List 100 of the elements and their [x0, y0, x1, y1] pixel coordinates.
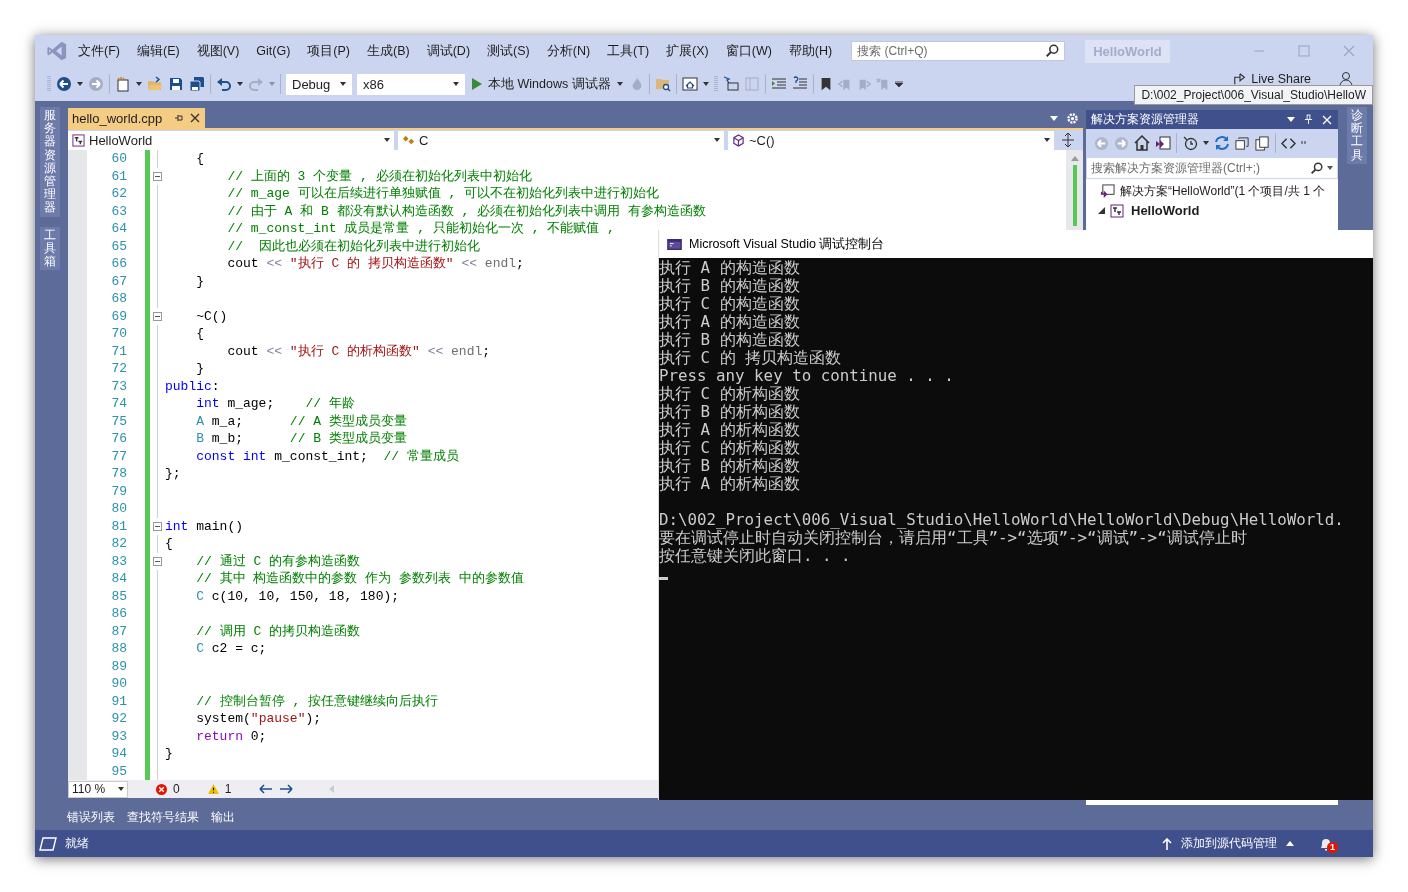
history-icon[interactable] [1182, 135, 1198, 151]
search-field[interactable]: 搜索解决方案资源管理器(Ctrl+;) [1086, 157, 1338, 179]
configuration-dropdown[interactable]: Debug [286, 73, 352, 95]
menu-item[interactable]: Git(G) [256, 44, 291, 58]
collapse-icon[interactable] [153, 171, 162, 181]
line-number: 64 [110, 220, 127, 238]
copy-icon[interactable] [1255, 135, 1270, 151]
dropdown-caret-icon[interactable] [1050, 115, 1058, 121]
new-item-icon[interactable] [115, 76, 131, 92]
console-line: 执行 B 的构造函数 [659, 331, 800, 349]
error-count[interactable]: 0 [173, 782, 180, 796]
expanded-arrow-icon[interactable] [1098, 207, 1105, 214]
menu-item[interactable]: 调试(D) [426, 42, 471, 60]
side-tab[interactable]: 服务器资源管理器 [40, 107, 60, 217]
menu-item[interactable]: 文件(F) [78, 42, 120, 60]
close-icon[interactable] [190, 113, 201, 123]
notification-badge: 1 [1327, 841, 1338, 853]
pin-icon[interactable] [174, 113, 185, 123]
warning-count[interactable]: 1 [224, 782, 232, 796]
caret-icon[interactable] [237, 82, 243, 86]
collapse-all-icon[interactable] [1235, 135, 1250, 151]
document-tab[interactable]: hello_world.cpp [68, 108, 206, 128]
solution-icon[interactable] [1155, 135, 1171, 151]
console-line: 执行 C 的构造函数 [659, 295, 800, 313]
line-number: 67 [110, 272, 127, 290]
code-line: // 由于 A 和 B 都没有默认构造函数 , 必须在初始化列表中调用 有参构造函数 [226, 202, 706, 220]
refresh-icon[interactable] [1214, 135, 1230, 151]
start-debugging-button[interactable]: 本地 Windows 调试器 [470, 75, 625, 93]
play-icon [472, 78, 482, 90]
settings-icon[interactable] [1066, 111, 1079, 125]
caret-icon[interactable] [1203, 141, 1209, 145]
caret-up-icon[interactable] [1286, 841, 1294, 846]
folder-search-icon[interactable] [654, 76, 671, 92]
source-control-button[interactable]: 添加到源代码管理 [1181, 835, 1277, 852]
undo-icon[interactable] [216, 76, 232, 92]
overflow-caret-icon[interactable] [894, 81, 903, 87]
menu-item[interactable]: 测试(S) [487, 42, 530, 60]
collapse-icon[interactable] [153, 521, 162, 531]
code-line: // 因此也必须在初始化列表中进行初始化 [226, 237, 480, 255]
menu-item[interactable]: 生成(B) [367, 42, 410, 60]
back-arrow-icon[interactable] [259, 784, 274, 794]
code-line: } [195, 360, 204, 378]
console-line: 执行 B 的析构函数 [659, 457, 800, 475]
code-line: } [165, 745, 173, 763]
caret-icon[interactable] [136, 82, 142, 86]
class-icon [402, 133, 415, 147]
code-line: B m_b; // B 类型成员变量 [195, 430, 407, 448]
line-number: 65 [110, 237, 127, 255]
overflow-icon[interactable] [1301, 141, 1307, 145]
back-arrow-icon[interactable] [56, 76, 72, 92]
code-line: const int m_const_int; // 常量成员 [195, 447, 459, 465]
select-element-icon[interactable] [722, 76, 739, 92]
caret-icon[interactable] [77, 82, 83, 86]
menu-item[interactable]: 帮助(H) [788, 42, 833, 60]
share-arrow-icon [1233, 72, 1248, 86]
console-icon [667, 238, 682, 250]
menu-item[interactable]: 扩展(X) [666, 42, 709, 60]
tree-item[interactable]: 解决方案“HelloWorld”(1 个项目/共 1 个 [1120, 183, 1326, 200]
open-folder-icon[interactable] [147, 76, 163, 92]
split-window-icon[interactable] [1062, 133, 1074, 147]
side-tab[interactable]: 诊断工具 [1346, 107, 1367, 164]
code-line: } [195, 272, 204, 290]
menu-item[interactable]: 视图(V) [196, 42, 240, 60]
menu-item[interactable]: 工具(T) [607, 42, 650, 60]
side-tab[interactable]: 工具箱 [40, 226, 60, 271]
pin-icon[interactable] [1304, 114, 1313, 125]
up-arrow-icon[interactable] [1162, 837, 1172, 850]
platform-dropdown[interactable]: x86 [357, 73, 465, 95]
dropdown-caret-icon[interactable] [1287, 117, 1295, 122]
caret-icon[interactable] [1327, 166, 1333, 170]
comment-lines-icon[interactable] [791, 76, 808, 92]
indent-icon[interactable] [770, 76, 787, 92]
tree-item[interactable]: HelloWorld [1131, 203, 1200, 218]
line-number: 90 [110, 675, 127, 693]
home-icon[interactable] [1134, 135, 1150, 151]
forward-arrow-icon[interactable] [279, 784, 294, 794]
search-field[interactable]: 搜索 (Ctrl+Q) [851, 41, 1066, 61]
line-number: 78 [110, 465, 127, 483]
save-all-icon[interactable] [189, 76, 205, 92]
menu-item[interactable]: 项目(P) [307, 42, 350, 60]
caret-icon [453, 82, 459, 86]
browser-home-icon[interactable] [681, 76, 698, 92]
panel-title: 解决方案资源管理器 [1091, 111, 1200, 128]
menu-item[interactable]: 编辑(E) [136, 42, 180, 60]
toolbar-grip-icon [713, 75, 718, 93]
collapse-icon[interactable] [153, 556, 162, 566]
navigation-dropdown[interactable]: ~C() [728, 130, 1054, 150]
collapse-icon[interactable] [153, 311, 162, 321]
zoom-dropdown[interactable]: 110 % [68, 780, 128, 798]
person-icon[interactable] [1337, 71, 1353, 87]
toolbar-grip-icon [47, 75, 51, 93]
line-number: 69 [110, 307, 127, 325]
caret-icon[interactable] [702, 82, 709, 86]
menu-item[interactable]: 窗口(W) [725, 42, 772, 60]
live-share-button[interactable]: Live Share [1233, 72, 1311, 86]
navigation-dropdown[interactable]: HelloWorld [68, 130, 394, 150]
console-line: 执行 A 的析构函数 [659, 475, 800, 493]
menu-item[interactable]: 分析(N) [546, 42, 591, 60]
navigation-dropdown[interactable]: C [398, 130, 724, 150]
save-icon[interactable] [168, 76, 184, 92]
